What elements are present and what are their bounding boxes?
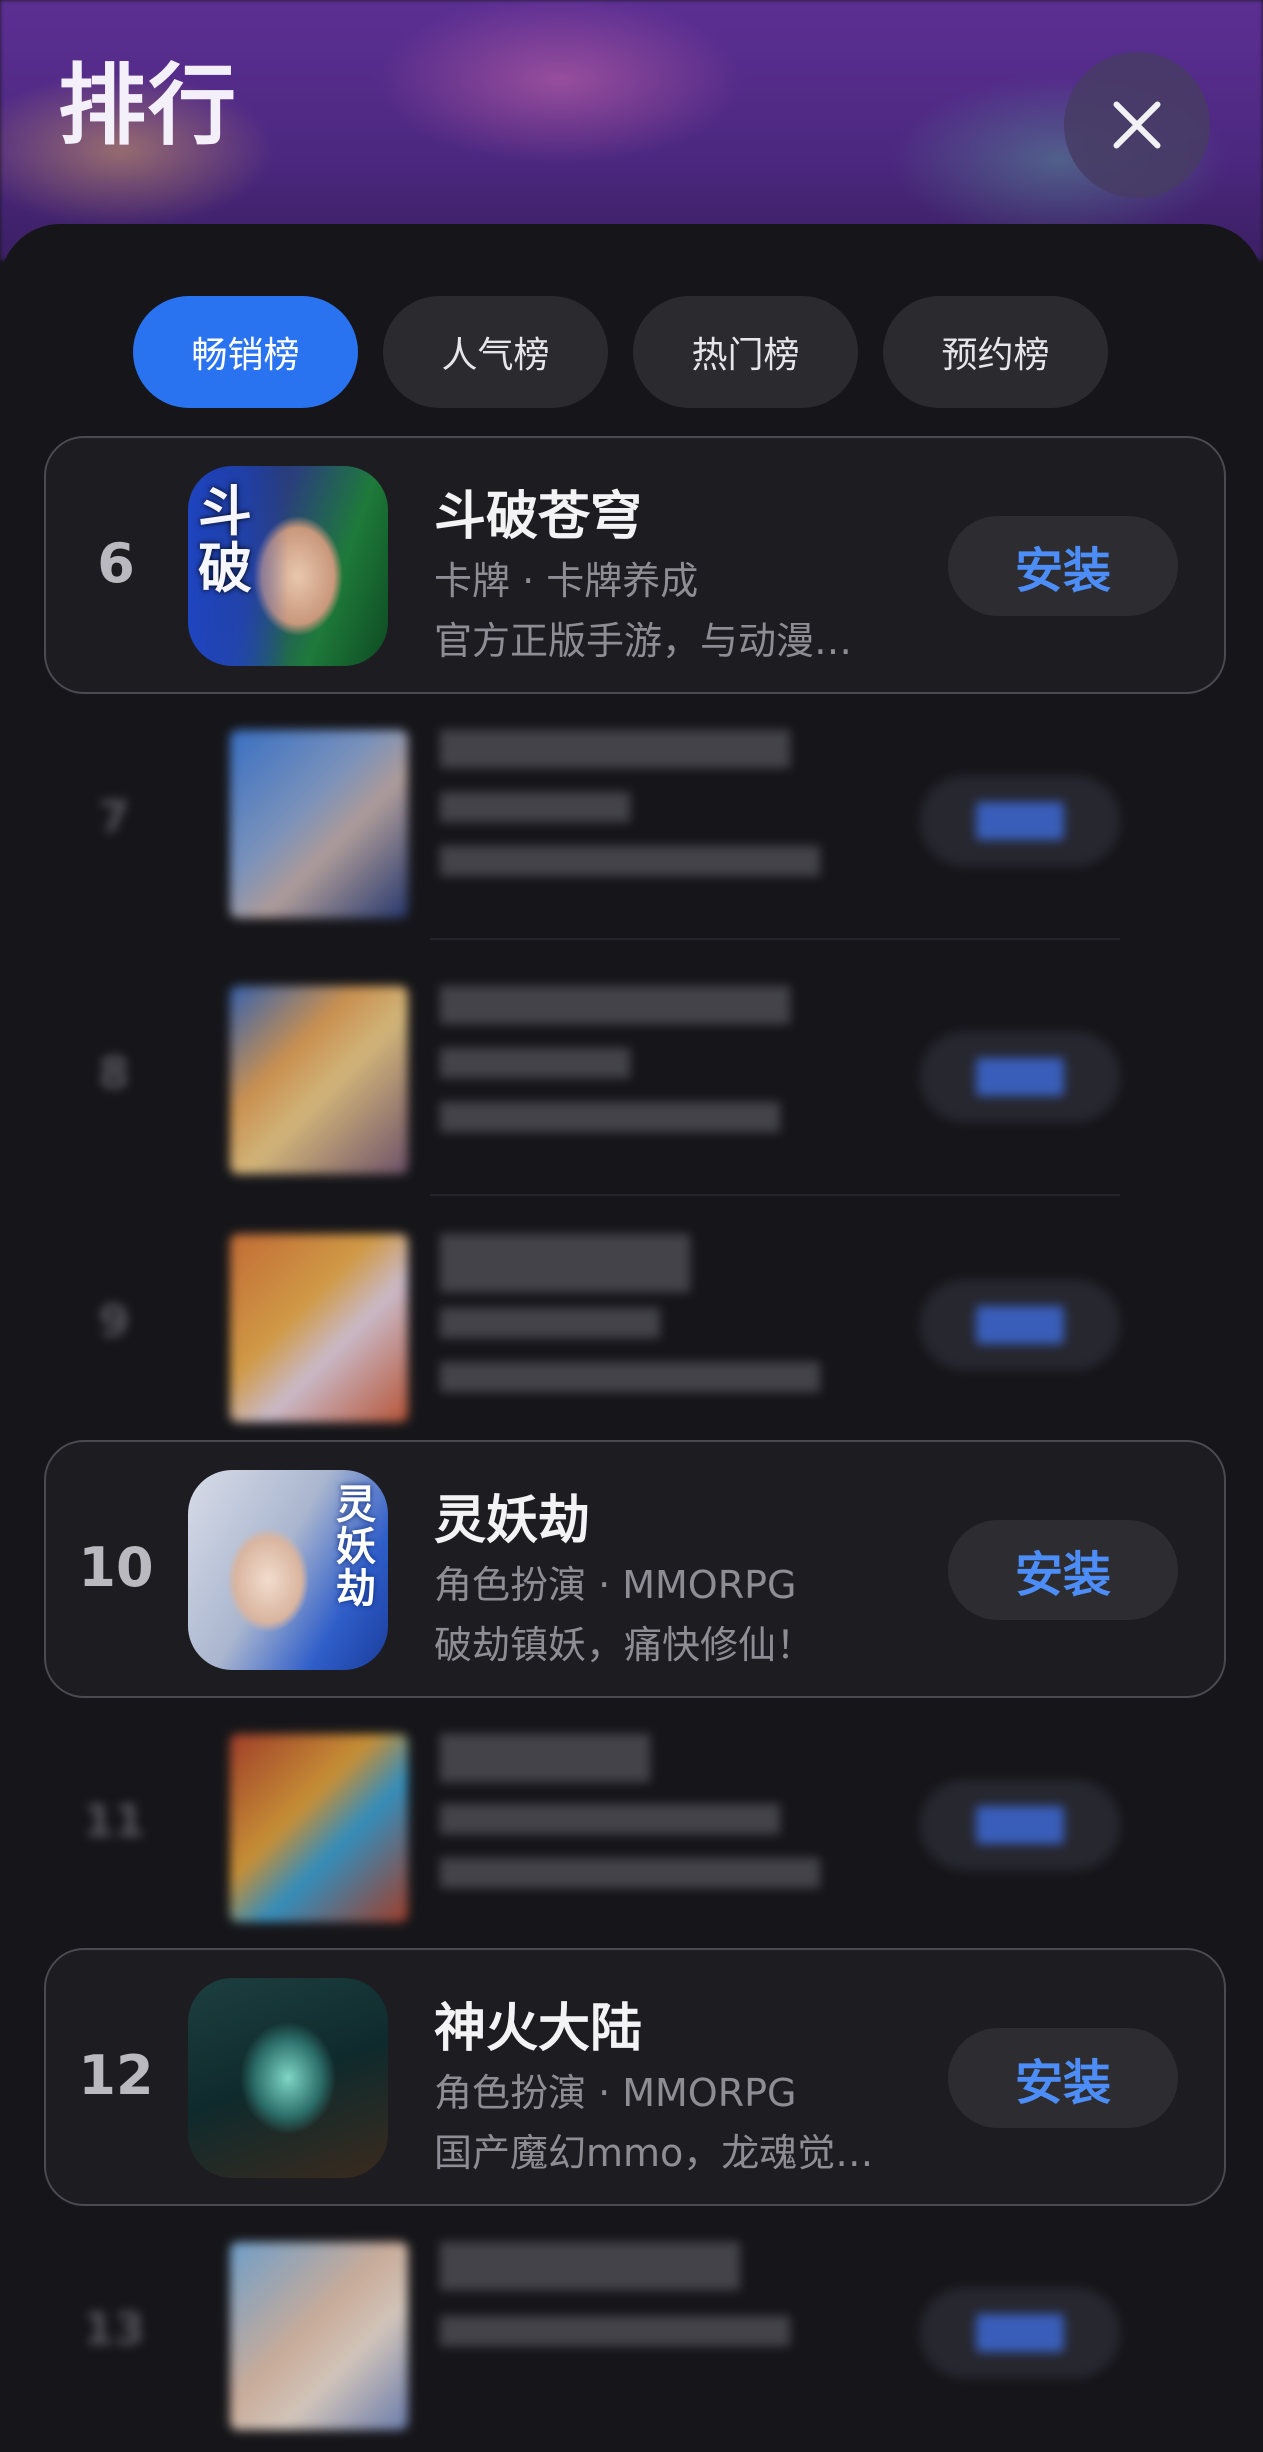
blurred-app-row[interactable]: 7 xyxy=(44,720,1226,940)
app-description: 国产魔幻mmo，龙魂觉… xyxy=(434,2131,874,2175)
app-tags: 角色扮演 · MMORPG xyxy=(434,1563,797,1607)
ranking-sheet: 畅销榜 人气榜 热门榜 预约榜 6 斗破 斗破苍穹 卡牌 · 卡牌养成 官方正版… xyxy=(0,224,1263,2430)
blurred-app-row[interactable]: 11 xyxy=(44,1724,1226,1944)
install-button[interactable]: 安装 xyxy=(948,516,1178,616)
tab-bestseller[interactable]: 畅销榜 xyxy=(133,296,358,408)
ranking-tabs: 畅销榜 人气榜 热门榜 预约榜 xyxy=(133,296,1108,408)
install-button[interactable] xyxy=(920,1780,1120,1870)
app-icon-blurred xyxy=(230,986,408,1174)
app-icon-blurred xyxy=(230,1734,408,1922)
app-icon-blurred xyxy=(230,2242,408,2430)
close-button[interactable] xyxy=(1064,52,1210,198)
blurred-app-row[interactable]: 8 xyxy=(44,976,1226,1196)
tab-popular[interactable]: 人气榜 xyxy=(383,296,608,408)
app-icon-lingyao: 灵妖劫 xyxy=(188,1470,388,1670)
rank-number: 11 xyxy=(83,1796,145,1847)
install-button[interactable]: 安装 xyxy=(948,1520,1178,1620)
app-tags: 卡牌 · 卡牌养成 xyxy=(434,559,699,603)
rank-number: 12 xyxy=(78,2044,154,2107)
blurred-app-row[interactable]: 9 xyxy=(44,1224,1226,1444)
app-name: 斗破苍穹 xyxy=(434,487,643,547)
app-row-doupo[interactable]: 6 斗破 斗破苍穹 卡牌 · 卡牌养成 官方正版手游，与动漫… 安装 xyxy=(44,436,1226,694)
rank-number: 9 xyxy=(98,1296,130,1347)
app-description: 官方正版手游，与动漫… xyxy=(434,619,853,663)
install-button[interactable] xyxy=(920,1032,1120,1122)
rank-number: 7 xyxy=(98,792,130,843)
app-icon-doupo: 斗破 xyxy=(188,466,388,666)
rank-number: 6 xyxy=(97,532,135,595)
rank-number: 10 xyxy=(78,1536,154,1599)
icon-lettering: 斗破 xyxy=(198,480,252,600)
app-icon-blurred xyxy=(230,730,408,918)
install-button[interactable] xyxy=(920,1280,1120,1370)
icon-lettering: 灵妖劫 xyxy=(336,1482,376,1612)
rank-number: 8 xyxy=(98,1048,130,1099)
rank-number: 13 xyxy=(83,2304,145,2355)
page-title: 排行 xyxy=(58,54,239,157)
app-name: 神火大陆 xyxy=(434,1999,643,2059)
tab-hot[interactable]: 热门榜 xyxy=(633,296,858,408)
tab-reservation[interactable]: 预约榜 xyxy=(883,296,1108,408)
install-button[interactable] xyxy=(920,776,1120,866)
app-description: 破劫镇妖，痛快修仙！ xyxy=(434,1623,815,1667)
app-icon-blurred xyxy=(230,1234,408,1422)
app-icon-shenhuo xyxy=(188,1978,388,2178)
app-row-lingyao[interactable]: 10 灵妖劫 灵妖劫 角色扮演 · MMORPG 破劫镇妖，痛快修仙！ 安装 xyxy=(44,1440,1226,1698)
install-button[interactable]: 安装 xyxy=(948,2028,1178,2128)
app-row-shenhuo[interactable]: 12 神火大陆 角色扮演 · MMORPG 国产魔幻mmo，龙魂觉… 安装 xyxy=(44,1948,1226,2206)
install-button[interactable] xyxy=(920,2288,1120,2378)
app-tags: 角色扮演 · MMORPG xyxy=(434,2071,797,2115)
blurred-app-row[interactable]: 13 xyxy=(44,2232,1226,2452)
app-name: 灵妖劫 xyxy=(434,1491,591,1551)
